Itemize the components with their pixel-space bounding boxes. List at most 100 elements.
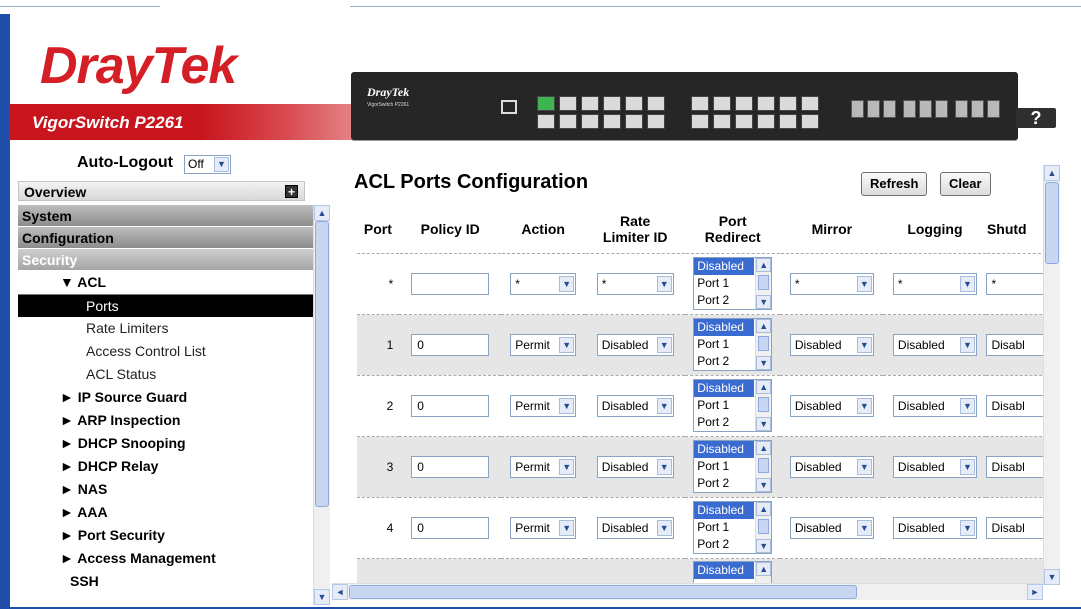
nav-arp-inspection[interactable]: ► ARP Inspection [18,409,330,432]
scroll-down-icon[interactable]: ▼ [1044,569,1060,585]
logging-select[interactable]: Disabled ▼ [892,394,977,417]
nav-acl[interactable]: ▼ ACL [18,271,330,294]
scroll-up-icon[interactable]: ▲ [756,380,772,394]
logging-select[interactable]: Disabled ▼ [892,516,977,539]
logging-select[interactable]: * ▼ [892,272,977,295]
chevron-down-icon: ▼ [856,458,872,475]
nav-access-management[interactable]: ► Access Management [18,547,330,570]
help-button[interactable]: ? [1016,108,1056,128]
nav-acl-access-control-list[interactable]: Access Control List [18,340,330,363]
chevron-down-icon: ▼ [559,336,575,353]
refresh-button[interactable]: Refresh [861,172,928,196]
scroll-down-icon[interactable]: ▼ [756,356,772,370]
scroll-up-icon[interactable]: ▲ [314,205,330,221]
nav-dhcp-relay[interactable]: ► DHCP Relay [18,455,330,478]
sfp-ports-icon [955,100,1000,118]
window-left-frame [0,14,10,609]
sidebar-nav: System Configuration Security ▼ ACL Port… [18,205,330,605]
scroll-right-icon[interactable]: ► [1027,584,1043,600]
port-cell: 3 [357,435,400,497]
sidebar-scroll-thumb[interactable] [315,221,329,507]
port-redirect-listbox[interactable]: Disabled Port 1 Port 2 ▲ ▼ [693,257,773,310]
port-redirect-listbox[interactable]: Disabled ▲ [693,560,773,583]
expand-plus-icon[interactable]: + [285,185,298,198]
logging-select[interactable]: Disabled ▼ [892,455,977,478]
draytek-logo: DrayTek [40,37,237,95]
mirror-select[interactable]: Disabled ▼ [789,455,874,478]
nav-acl-status[interactable]: ACL Status [18,363,330,386]
main-hscroll-thumb[interactable] [349,585,857,599]
shutdown-select[interactable]: Disabl [986,333,1045,356]
shutdown-select[interactable]: * [986,272,1045,295]
action-select[interactable]: Permit ▼ [510,333,577,356]
action-select[interactable]: * ▼ [510,272,577,295]
action-select[interactable]: Permit ▼ [510,394,577,417]
clear-button[interactable]: Clear [940,172,991,196]
main-scroll-thumb[interactable] [1045,182,1059,264]
action-select[interactable]: Permit ▼ [510,455,577,478]
mirror-select[interactable]: Disabled ▼ [789,394,874,417]
rate-limiter-select[interactable]: Disabled ▼ [596,455,674,478]
nav-aaa[interactable]: ► AAA [18,501,330,524]
nav-ip-source-guard[interactable]: ► IP Source Guard [18,386,330,409]
shutdown-select[interactable]: Disabl [986,455,1045,478]
scroll-down-icon[interactable]: ▼ [756,539,772,553]
nav-system[interactable]: System [18,205,313,227]
port-redirect-listbox[interactable]: Disabled Port 1 Port 2 ▲ ▼ [693,440,773,493]
top-border [0,0,1081,14]
scroll-up-icon[interactable]: ▲ [756,258,772,272]
chevron-down-icon: ▼ [559,458,575,475]
policy-id-input[interactable]: 0 [411,333,490,356]
nav-port-security[interactable]: ► Port Security [18,524,330,547]
chevron-down-icon: ▼ [959,397,975,414]
port-cell: 1 [357,313,400,375]
sidebar-scrollbar[interactable]: ▲ ▼ [313,205,330,605]
policy-id-input[interactable]: 0 [411,394,490,417]
nav-nas[interactable]: ► NAS [18,478,330,501]
port-redirect-listbox[interactable]: Disabled Port 1 Port 2 ▲ ▼ [693,318,773,371]
nav-security[interactable]: Security [18,249,313,271]
auto-logout-select[interactable]: Off ▼ [184,155,231,174]
mirror-select[interactable]: Disabled ▼ [789,516,874,539]
nav-configuration[interactable]: Configuration [18,227,313,249]
policy-id-input[interactable]: 0 [411,516,490,539]
policy-id-input[interactable] [411,272,490,295]
menu-overview[interactable]: Overview + [18,181,305,201]
port-redirect-listbox[interactable]: Disabled Port 1 Port 2 ▲ ▼ [693,379,773,432]
port-cell: * [357,252,400,314]
shutdown-select[interactable]: Disabl [986,394,1045,417]
mirror-select[interactable]: Disabled ▼ [789,333,874,356]
main-vertical-scrollbar[interactable]: ▲ ▼ [1043,165,1060,585]
scroll-down-icon[interactable]: ▼ [314,589,330,605]
nav-acl-rate-limiters[interactable]: Rate Limiters [18,317,330,340]
scroll-up-icon[interactable]: ▲ [756,502,772,516]
scroll-down-icon[interactable]: ▼ [756,295,772,309]
scroll-down-icon[interactable]: ▼ [756,417,772,431]
nav-acl-ports[interactable]: Ports [18,294,313,317]
port-group-icon [691,96,819,130]
scroll-up-icon[interactable]: ▲ [756,561,772,576]
logging-select[interactable]: Disabled ▼ [892,333,977,356]
scroll-up-icon[interactable]: ▲ [756,319,772,333]
rate-limiter-select[interactable]: Disabled ▼ [596,333,674,356]
shutdown-select[interactable]: Disabl [986,516,1045,539]
rate-limiter-select[interactable]: * ▼ [596,272,674,295]
mirror-select[interactable]: * ▼ [789,272,874,295]
scroll-up-icon[interactable]: ▲ [756,441,772,455]
scroll-left-icon[interactable]: ◄ [332,584,348,600]
nav-ssh[interactable]: SSH [18,570,330,593]
port-redirect-listbox[interactable]: Disabled Port 1 Port 2 ▲ ▼ [693,501,773,554]
chevron-down-icon: ▼ [856,336,872,353]
rate-limiter-select[interactable]: Disabled ▼ [596,516,674,539]
policy-id-input[interactable]: 0 [411,455,490,478]
scroll-up-icon[interactable]: ▲ [1044,165,1060,181]
chevron-down-icon: ▼ [656,458,672,475]
nav-dhcp-snooping[interactable]: ► DHCP Snooping [18,432,330,455]
main-horizontal-scrollbar[interactable]: ◄ ► [332,583,1043,600]
rate-limiter-select[interactable]: Disabled ▼ [596,394,674,417]
col-header: Policy ID [399,205,502,253]
col-header: Rate Limiter ID [585,205,686,253]
action-select[interactable]: Permit ▼ [510,516,577,539]
scroll-down-icon[interactable]: ▼ [756,478,772,492]
chevron-down-icon: ▼ [856,397,872,414]
